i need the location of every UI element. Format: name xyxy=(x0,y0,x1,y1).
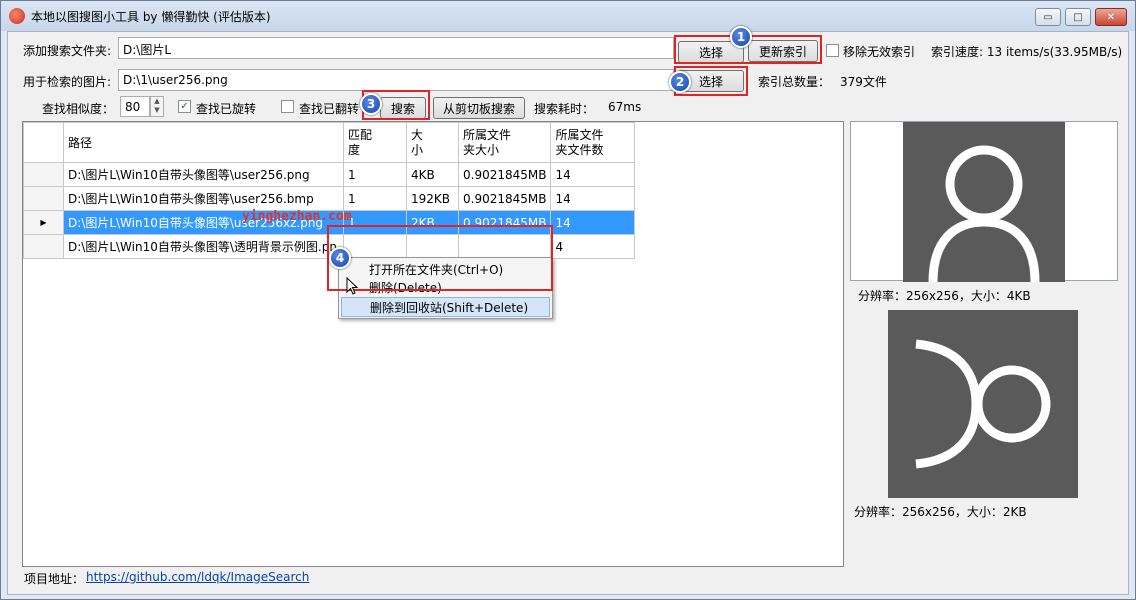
client-area: 添加搜索文件夹: D:\图片L 选择 更新索引 移除无效索引 索引速度: 13 … xyxy=(7,26,1129,595)
col-size-label-1: 大 xyxy=(411,127,424,142)
col-match-label-1: 匹配 xyxy=(348,127,373,142)
close-icon: ✕ xyxy=(1106,11,1116,23)
col-match-label-2: 度 xyxy=(348,142,361,157)
row-header-corner xyxy=(23,122,64,163)
cell-size[interactable]: 4KB xyxy=(406,162,459,187)
maximize-button[interactable]: □ xyxy=(1065,8,1091,26)
window-title: 本地以图搜图小工具 by 懒得勤快 (评估版本) xyxy=(31,9,271,24)
table-row[interactable]: D:\图片L\Win10自带头像图等\user256.png 1 4KB 0.9… xyxy=(23,162,636,187)
cell-folder-size[interactable]: 0.9021845MB xyxy=(457,186,552,211)
cell-path[interactable]: D:\图片L\Win10自带头像图等\user256.png xyxy=(63,162,344,187)
index-total-label: 索引总数量： xyxy=(758,75,831,89)
col-path-label: 路径 xyxy=(68,136,93,150)
menu-item-open-folder[interactable]: 打开所在文件夹(Ctrl+O) xyxy=(341,260,550,280)
col-folder-size-label-1: 所属文件 xyxy=(463,127,512,142)
similarity-label: 查找相似度： xyxy=(42,102,115,116)
row-header[interactable] xyxy=(23,186,64,211)
close-button[interactable]: ✕ xyxy=(1095,8,1127,26)
minimize-icon: ▭ xyxy=(1043,11,1053,23)
clipboard-search-button[interactable]: 从剪切板搜索 xyxy=(433,97,525,119)
cell-folder-size[interactable]: 0.9021845MB xyxy=(457,162,552,187)
step-badge-4: 4 xyxy=(329,247,351,269)
col-folder-count-header[interactable]: 所属文件 夹文件数 xyxy=(550,122,636,163)
preview-caption-2: 分辨率：256x256，大小：2KB xyxy=(854,505,1027,519)
cell-size[interactable]: 192KB xyxy=(406,186,459,211)
find-rotated-label: 查找已旋转 xyxy=(196,102,257,116)
rotated-avatar-icon xyxy=(915,339,1051,469)
watermark-text: yinghezhan.com xyxy=(242,209,352,224)
cell-size[interactable]: 2KB xyxy=(406,210,459,235)
col-folder-count-label-1: 所属文件 xyxy=(555,127,604,142)
minimize-button[interactable]: ▭ xyxy=(1035,8,1061,26)
col-folder-count-label-2: 夹文件数 xyxy=(555,142,604,157)
maximize-icon: □ xyxy=(1073,11,1083,23)
row-header[interactable] xyxy=(23,234,64,259)
preview-panel-1 xyxy=(850,121,1118,282)
context-menu: 打开所在文件夹(Ctrl+O) 删除(Delete) 删除到回收站(Shift+… xyxy=(338,257,553,319)
results-table: 路径 匹配度 大小 所属文件 夹大小 所属文件 夹文件数 D:\图片L\Win10自… xyxy=(23,122,636,259)
project-url-link[interactable]: https://github.com/ldqk/ImageSearch xyxy=(86,570,309,584)
mouse-cursor-icon xyxy=(346,277,358,295)
cell-folder-size[interactable] xyxy=(457,234,552,259)
col-folder-size-label-2: 夹大小 xyxy=(463,142,500,157)
spinner-arrows-icon[interactable]: ▲ ▼ xyxy=(150,96,164,117)
col-folder-size-header[interactable]: 所属文件 夹大小 xyxy=(457,122,552,163)
col-size-header[interactable]: 大小 xyxy=(406,122,459,163)
find-flipped-label: 查找已翻转 xyxy=(299,102,360,116)
user-avatar-icon xyxy=(903,122,1065,282)
search-folder-input[interactable]: D:\图片L xyxy=(118,37,674,59)
menu-item-delete-to-recycle-bin[interactable]: 删除到回收站(Shift+Delete) xyxy=(341,297,550,317)
app-icon xyxy=(9,8,25,24)
cell-path[interactable]: D:\图片L\Win10自带头像图等\user256.bmp xyxy=(63,186,344,211)
col-path-header[interactable]: 路径 xyxy=(63,122,344,163)
elapsed-value: 67ms xyxy=(608,100,642,114)
similarity-input[interactable]: 80 xyxy=(120,96,150,117)
cell-path[interactable]: D:\图片L\Win10自带头像图等\透明背景示例图.pn xyxy=(63,234,344,259)
elapsed-label: 搜索耗时： xyxy=(534,102,595,116)
cell-match[interactable] xyxy=(343,234,407,259)
table-row[interactable]: D:\图片L\Win10自带头像图等\user256.bmp 1 192KB 0… xyxy=(23,186,636,211)
row-pointer-icon[interactable]: ▶ xyxy=(23,210,64,235)
reindex-button[interactable]: 更新索引 xyxy=(748,40,818,62)
search-folder-label: 添加搜索文件夹: xyxy=(23,44,112,58)
cell-match[interactable]: 1 xyxy=(343,210,407,235)
table-header-row: 路径 匹配度 大小 所属文件 夹大小 所属文件 夹文件数 xyxy=(23,122,636,163)
preview-panel-2 xyxy=(888,310,1078,498)
find-flipped-checkbox[interactable] xyxy=(281,100,294,113)
project-url-label: 项目地址： xyxy=(24,572,85,586)
cell-folder-count[interactable]: 14 xyxy=(550,162,636,187)
title-bar[interactable]: 本地以图搜图小工具 by 懒得勤快 (评估版本) ▭ □ ✕ xyxy=(1,1,1135,31)
cell-folder-count[interactable]: 14 xyxy=(550,186,636,211)
step-badge-3: 3 xyxy=(360,93,382,115)
cell-folder-size[interactable]: 0.9021845MB xyxy=(457,210,552,235)
cell-folder-count[interactable]: 4 xyxy=(550,234,636,259)
find-rotated-checkbox[interactable]: ✓ xyxy=(178,100,191,113)
index-speed-text: 索引速度: 13 items/s(33.95MB/s) xyxy=(931,45,1123,59)
cell-match[interactable]: 1 xyxy=(343,186,407,211)
preview-caption-1: 分辨率：256x256，大小：4KB xyxy=(858,289,1031,303)
search-button[interactable]: 搜索 xyxy=(380,97,426,119)
remove-invalid-checkbox[interactable] xyxy=(826,44,839,57)
app-window: 本地以图搜图小工具 by 懒得勤快 (评估版本) ▭ □ ✕ 添加搜索文件夹: … xyxy=(0,0,1136,600)
results-grid[interactable]: 路径 匹配度 大小 所属文件 夹大小 所属文件 夹文件数 D:\图片L\Win10自… xyxy=(22,121,844,567)
col-match-header[interactable]: 匹配度 xyxy=(343,122,407,163)
step-badge-1: 1 xyxy=(730,26,752,48)
step-badge-2: 2 xyxy=(669,71,691,93)
menu-item-delete[interactable]: 删除(Delete) xyxy=(341,278,550,298)
remove-invalid-label: 移除无效索引 xyxy=(843,45,916,59)
row-header[interactable] xyxy=(23,162,64,187)
query-image-label: 用于检索的图片: xyxy=(23,75,112,89)
index-total-value: 379文件 xyxy=(840,75,887,89)
cell-size[interactable] xyxy=(406,234,459,259)
cell-folder-count[interactable]: 14 xyxy=(550,210,636,235)
col-size-label-2: 小 xyxy=(411,142,424,157)
cell-match[interactable]: 1 xyxy=(343,162,407,187)
query-image-input[interactable]: D:\1\user256.png xyxy=(118,69,674,91)
